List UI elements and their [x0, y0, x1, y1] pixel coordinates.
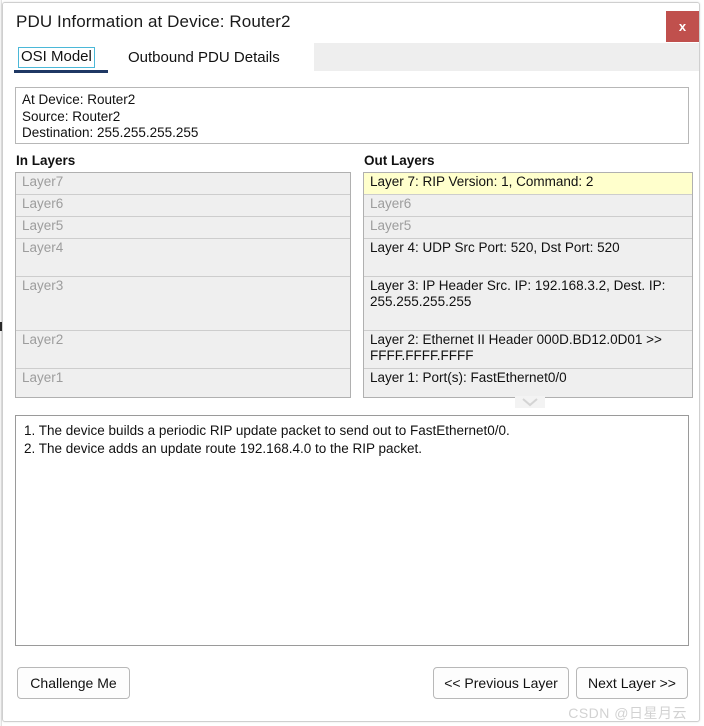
at-device-text: At Device: Router2 — [22, 92, 136, 107]
close-icon[interactable]: x — [666, 11, 699, 42]
next-layer-button[interactable]: Next Layer >> — [576, 667, 688, 699]
destination-text: Destination: 255.255.255.255 — [22, 125, 199, 140]
description-box: 1. The device builds a periodic RIP upda… — [15, 415, 689, 646]
source-text: Source: Router2 — [22, 108, 121, 124]
in-layer-row[interactable]: Layer7 — [16, 173, 350, 195]
chevron-down-icon[interactable] — [515, 396, 545, 408]
in-layer-row[interactable]: Layer4 — [16, 239, 350, 277]
tab-osi-model-label: OSI Model — [18, 46, 95, 68]
description-line: 1. The device builds a periodic RIP upda… — [24, 423, 510, 438]
pdu-summary-box: At Device: Router2 Source: Router2 Desti… — [15, 87, 689, 144]
in-layer-row[interactable]: Layer3 — [16, 277, 350, 331]
previous-layer-button[interactable]: << Previous Layer — [433, 667, 569, 699]
out-layers-list[interactable]: Layer 7: RIP Version: 1, Command: 2 Layer… — [363, 172, 693, 398]
out-layer-row[interactable]: Layer6 — [364, 195, 692, 217]
in-layers-list[interactable]: Layer7 Layer6 Layer5 Layer4 Layer3 Layer2 Laye… — [15, 172, 351, 398]
watermark: CSDN @日星月云 — [568, 705, 687, 721]
tab-bar: OSI Model Outbound PDU Details — [3, 43, 699, 74]
in-layer-row[interactable]: Layer6 — [16, 195, 350, 217]
out-layers-heading: Out Layers — [364, 153, 435, 168]
pdu-information-window: PDU Information at Device: Router2 x OSI… — [2, 2, 700, 722]
out-layer-row[interactable]: Layer5 — [364, 217, 692, 239]
window-titlebar: PDU Information at Device: Router2 x — [3, 3, 699, 43]
in-layers-heading: In Layers — [16, 153, 76, 168]
in-layer-row[interactable]: Layer2 — [16, 331, 350, 369]
tab-osi-model-selected-underline — [14, 70, 108, 73]
in-layer-row[interactable]: Layer5 — [16, 217, 350, 239]
challenge-me-button[interactable]: Challenge Me — [17, 667, 130, 699]
out-layer-row[interactable]: Layer 2: Ethernet II Header 000D.BD12.0D… — [364, 331, 692, 369]
out-layer-row[interactable]: Layer 4: UDP Src Port: 520, Dst Port: 52… — [364, 239, 692, 277]
tab-outbound-pdu-details-label: Outbound PDU Details — [128, 48, 280, 66]
tab-bar-filler — [314, 43, 699, 71]
tab-outbound-pdu-details[interactable]: Outbound PDU Details — [124, 43, 284, 71]
out-layer-row[interactable]: Layer 1: Port(s): FastEthernet0/0 — [364, 369, 692, 397]
out-layer-row[interactable]: Layer 3: IP Header Src. IP: 192.168.3.2,… — [364, 277, 692, 331]
description-line: 2. The device adds an update route 192.1… — [24, 441, 423, 456]
in-layer-row[interactable]: Layer1 — [16, 369, 350, 397]
out-layer-row[interactable]: Layer 7: RIP Version: 1, Command: 2 — [364, 173, 692, 195]
window-title: PDU Information at Device: Router2 — [16, 12, 291, 31]
tab-osi-model[interactable]: OSI Model — [14, 43, 99, 71]
